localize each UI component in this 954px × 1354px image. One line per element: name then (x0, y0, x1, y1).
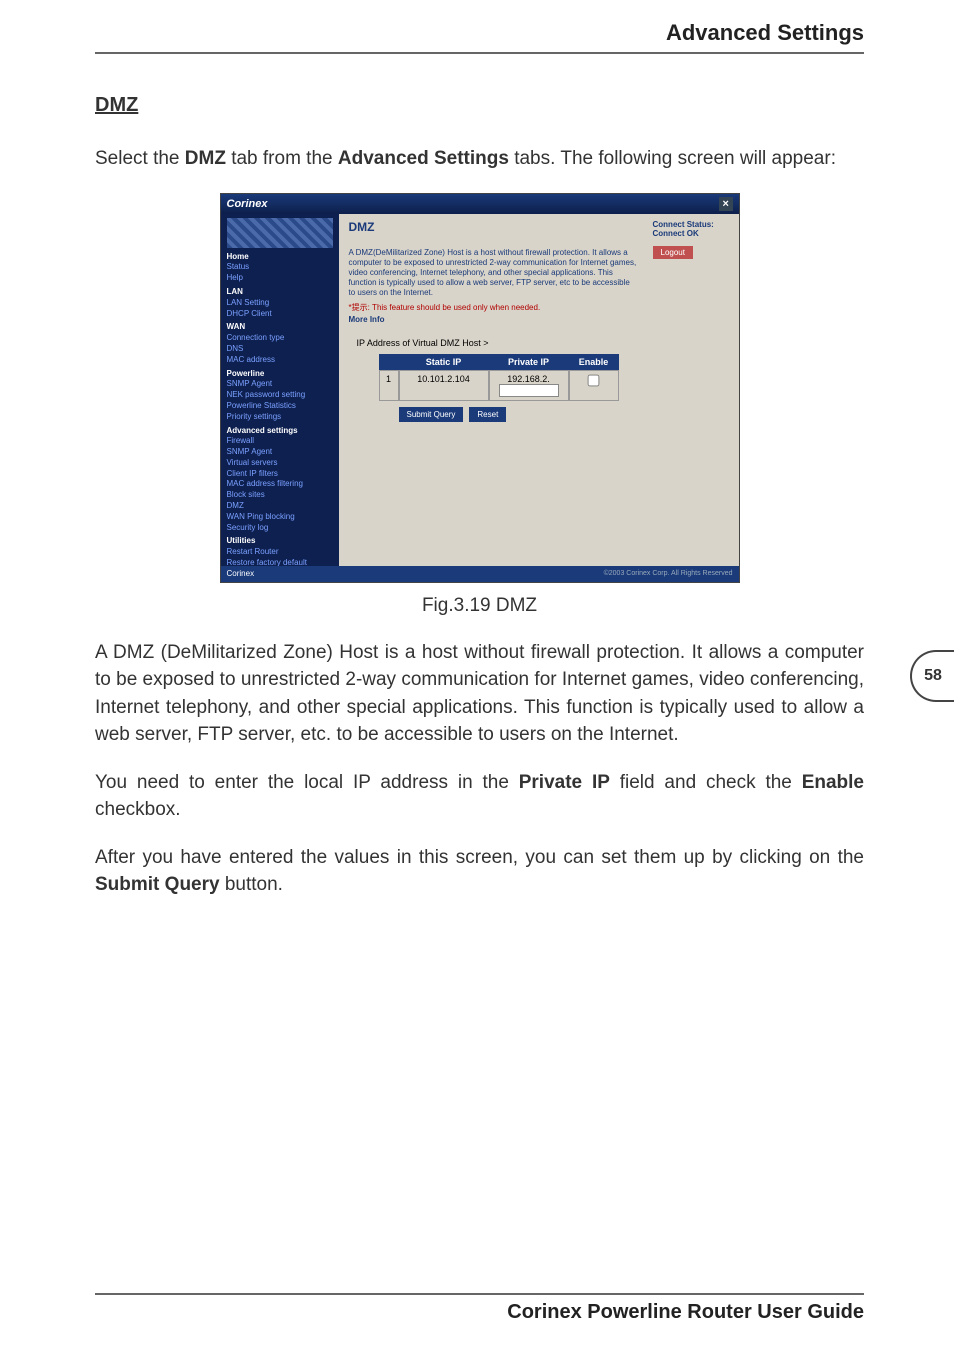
nav-powerline[interactable]: Powerline (227, 369, 333, 380)
figure-caption: Fig.3.19 DMZ (95, 595, 864, 617)
text: You need to enter the local IP address i… (95, 772, 519, 793)
nav-connection-type[interactable]: Connection type (227, 333, 333, 344)
bold-dmz: DMZ (185, 148, 226, 169)
sidebar-logo-image (227, 218, 333, 248)
router-ui-screenshot: Corinex × Home Status Help LAN LAN Setti… (220, 193, 740, 583)
reset-button[interactable]: Reset (469, 407, 506, 422)
col-header-private-ip: Private IP (489, 354, 569, 370)
window-titlebar: Corinex × (221, 194, 739, 214)
nav-security-log[interactable]: Security log (227, 523, 333, 534)
nav-help[interactable]: Help (227, 273, 333, 284)
nav-lan-setting[interactable]: LAN Setting (227, 298, 333, 309)
bold-private-ip: Private IP (519, 772, 610, 793)
nav-utilities[interactable]: Utilities (227, 536, 333, 547)
sidebar-nav: Home Status Help LAN LAN Setting DHCP Cl… (221, 214, 339, 566)
text: checkbox. (95, 799, 181, 820)
bold-enable: Enable (802, 772, 864, 793)
text: Select the (95, 148, 185, 169)
nav-dhcp-client[interactable]: DHCP Client (227, 309, 333, 320)
logout-button[interactable]: Logout (653, 246, 693, 259)
status-panel: Connect Status: Connect OK Logout (647, 214, 739, 566)
submit-query-button[interactable]: Submit Query (399, 407, 464, 422)
paragraph-dmz-description: A DMZ (DeMilitarized Zone) Host is a hos… (95, 639, 864, 749)
cell-index: 1 (379, 370, 399, 401)
nav-dns[interactable]: DNS (227, 344, 333, 355)
bold-advanced-settings: Advanced Settings (338, 148, 509, 169)
nav-nek-password[interactable]: NEK password setting (227, 390, 333, 401)
table-row: 1 10.101.2.104 192.168.2. (379, 370, 637, 401)
nav-wan-ping-blocking[interactable]: WAN Ping blocking (227, 512, 333, 523)
text: field and check the (610, 772, 802, 793)
text: tabs. The following screen will appear: (509, 148, 836, 169)
intro-paragraph: Select the DMZ tab from the Advanced Set… (95, 145, 864, 173)
nav-restart-router[interactable]: Restart Router (227, 547, 333, 558)
footer-title: Corinex Powerline Router User Guide (95, 1301, 864, 1324)
col-header-index (379, 354, 399, 370)
cell-enable (569, 370, 619, 401)
page-number-tab: 58 (910, 650, 954, 702)
bold-submit-query: Submit Query (95, 874, 220, 895)
nav-dmz[interactable]: DMZ (227, 501, 333, 512)
private-ip-input[interactable] (499, 384, 559, 397)
close-icon[interactable]: × (719, 197, 733, 211)
nav-block-sites[interactable]: Block sites (227, 490, 333, 501)
main-panel: DMZ A DMZ(DeMilitarized Zone) Host is a … (339, 214, 647, 566)
screenshot-footer: Corinex ©2003 Corinex Corp. All Rights R… (221, 566, 739, 582)
connect-status-value: Connect OK (653, 229, 733, 238)
nav-mac-address[interactable]: MAC address (227, 355, 333, 366)
text: After you have entered the values in thi… (95, 847, 864, 868)
footer-brand: Corinex (227, 569, 255, 578)
nav-priority-settings[interactable]: Priority settings (227, 412, 333, 423)
nav-snmp-agent-2[interactable]: SNMP Agent (227, 447, 333, 458)
nav-mac-filtering[interactable]: MAC address filtering (227, 479, 333, 490)
panel-description: A DMZ(DeMilitarized Zone) Host is a host… (349, 248, 637, 298)
text: button. (220, 874, 283, 895)
more-info-link[interactable]: More Info (349, 315, 637, 324)
nav-wan[interactable]: WAN (227, 322, 333, 333)
nav-advanced-settings[interactable]: Advanced settings (227, 426, 333, 437)
cell-static-ip: 10.101.2.104 (399, 370, 489, 401)
footer-copyright: ©2003 Corinex Corp. All Rights Reserved (604, 570, 733, 577)
subsection-heading: IP Address of Virtual DMZ Host > (357, 338, 637, 348)
col-header-enable: Enable (569, 354, 619, 370)
text: tab from the (226, 148, 338, 169)
col-header-static-ip: Static IP (399, 354, 489, 370)
nav-lan[interactable]: LAN (227, 287, 333, 298)
brand-logo-text: Corinex (227, 198, 268, 210)
connect-status-label: Connect Status: (653, 220, 733, 229)
panel-title: DMZ (349, 220, 637, 234)
nav-client-ip-filters[interactable]: Client IP filters (227, 469, 333, 480)
private-ip-prefix: 192.168.2. (507, 374, 550, 384)
paragraph-private-ip: You need to enter the local IP address i… (95, 769, 864, 824)
section-heading-dmz: DMZ (95, 94, 864, 117)
footer-divider (95, 1293, 864, 1295)
nav-restore-factory[interactable]: Restore factory default (227, 558, 333, 565)
nav-virtual-servers[interactable]: Virtual servers (227, 458, 333, 469)
panel-warning: *提示: This feature should be used only wh… (349, 302, 637, 313)
nav-home[interactable]: Home (227, 252, 333, 263)
nav-powerline-stats[interactable]: Powerline Statistics (227, 401, 333, 412)
paragraph-submit: After you have entered the values in thi… (95, 844, 864, 899)
enable-checkbox[interactable] (588, 374, 600, 386)
nav-firewall[interactable]: Firewall (227, 436, 333, 447)
nav-snmp-agent[interactable]: SNMP Agent (227, 379, 333, 390)
nav-status[interactable]: Status (227, 262, 333, 273)
cell-private-ip: 192.168.2. (489, 370, 569, 401)
header-divider (95, 52, 864, 54)
page-header-title: Advanced Settings (95, 20, 864, 52)
screenshot-figure: Corinex × Home Status Help LAN LAN Setti… (220, 193, 740, 583)
dmz-table: Static IP Private IP Enable 1 10.101.2.1… (379, 354, 637, 401)
